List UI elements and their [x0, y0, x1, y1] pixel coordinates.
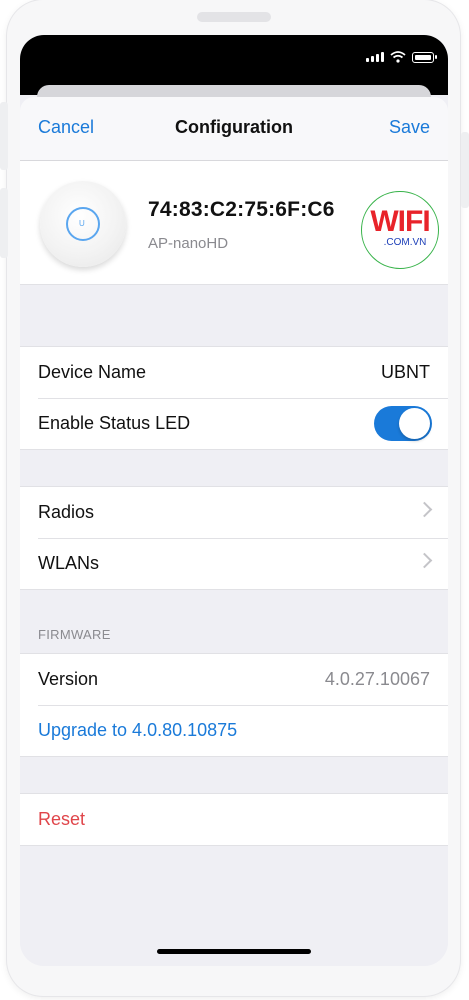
wifi-icon: [390, 51, 406, 63]
ap-logo-mark: U: [79, 219, 85, 228]
cellular-signal-icon: [366, 52, 384, 62]
device-name-value[interactable]: UBNT: [381, 362, 430, 383]
device-name-row[interactable]: Device Name UBNT: [20, 347, 448, 398]
device-name-label: Device Name: [38, 362, 147, 382]
upgrade-row[interactable]: Upgrade to 4.0.80.10875: [20, 705, 448, 756]
wlans-label: WLANs: [38, 553, 100, 573]
navigation-bar: Cancel Configuration Save: [20, 97, 448, 161]
status-led-toggle[interactable]: [374, 406, 432, 441]
access-point-image: U: [40, 181, 126, 267]
earpiece-speaker: [197, 12, 271, 22]
reset-group: Reset: [20, 793, 448, 846]
device-mac-address: 74:83:C2:75:6F:C6: [148, 198, 335, 221]
device-header: U 74:83:C2:75:6F:C6 AP-nanoHD WIFI .COM.…: [20, 161, 448, 285]
firmware-section-title: FIRMWARE: [38, 627, 111, 642]
device-model: AP-nanoHD: [148, 235, 229, 252]
watermark-logo: WIFI .COM.VN: [361, 191, 439, 269]
reset-button[interactable]: Reset: [38, 809, 85, 830]
save-button[interactable]: Save: [389, 117, 430, 138]
version-row: Version 4.0.27.10067: [20, 654, 448, 705]
phone-frame: Cancel Configuration Save U 74:83:C2:75:…: [7, 0, 460, 996]
watermark-sub-text: .COM.VN: [383, 237, 427, 248]
device-settings-group: Device Name UBNT Enable Status LED: [20, 346, 448, 450]
configuration-sheet: Cancel Configuration Save U 74:83:C2:75:…: [20, 97, 448, 966]
radios-label: Radios: [38, 502, 95, 522]
status-led-row: Enable Status LED: [20, 398, 448, 449]
watermark-main-text: WIFI: [370, 205, 430, 238]
battery-icon: [412, 51, 437, 63]
chevron-right-icon: [416, 501, 433, 518]
volume-up-button: [0, 102, 8, 170]
toggle-knob: [399, 408, 430, 439]
status-icons: [366, 51, 437, 63]
status-led-label: Enable Status LED: [38, 413, 191, 433]
power-button: [461, 132, 469, 208]
volume-down-button: [0, 188, 8, 258]
screen: Cancel Configuration Save U 74:83:C2:75:…: [20, 35, 448, 966]
upgrade-firmware-button[interactable]: Upgrade to 4.0.80.10875: [38, 720, 237, 741]
wlans-row[interactable]: WLANs: [20, 538, 448, 589]
chevron-right-icon: [416, 552, 433, 569]
radios-row[interactable]: Radios: [20, 487, 448, 538]
firmware-group: Version 4.0.27.10067 Upgrade to 4.0.80.1…: [20, 653, 448, 757]
home-indicator[interactable]: [157, 949, 311, 954]
version-label: Version: [38, 669, 99, 689]
version-value: 4.0.27.10067: [324, 669, 430, 689]
ap-led-ring: U: [66, 207, 100, 241]
reset-row[interactable]: Reset: [20, 794, 448, 845]
page-title: Configuration: [175, 117, 293, 137]
navigation-group: Radios WLANs: [20, 486, 448, 590]
